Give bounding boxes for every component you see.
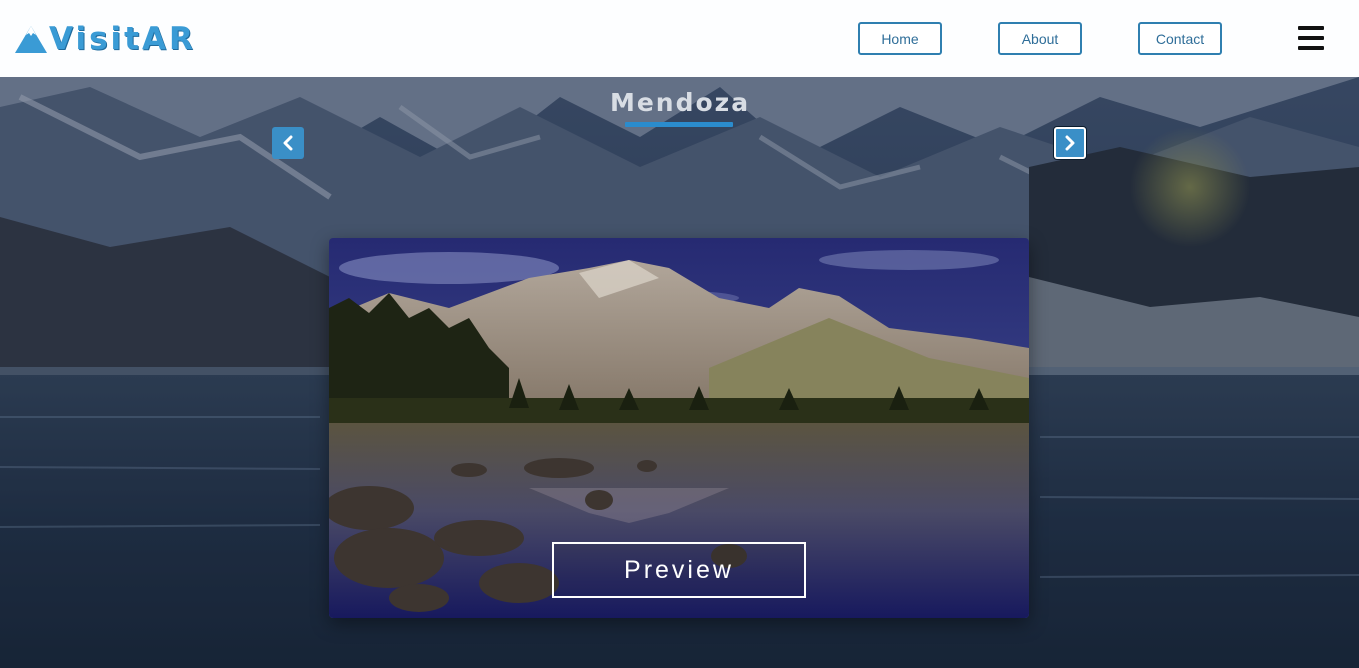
preview-button[interactable]: Preview bbox=[552, 542, 806, 598]
previous-slide-button[interactable] bbox=[272, 127, 304, 159]
mountain-logo-icon bbox=[15, 26, 47, 53]
brand-logo[interactable]: VisitAR bbox=[14, 22, 196, 56]
title-underline bbox=[625, 122, 733, 127]
hamburger-icon[interactable] bbox=[1298, 26, 1324, 50]
nav-about-button[interactable]: About bbox=[998, 22, 1082, 55]
destination-card: Preview bbox=[329, 238, 1029, 618]
city-title: Mendoza bbox=[609, 88, 751, 117]
chevron-left-icon bbox=[283, 135, 293, 151]
nav-contact-button[interactable]: Contact bbox=[1138, 22, 1222, 55]
nav-home-button[interactable]: Home bbox=[858, 22, 942, 55]
hero-slider: Mendoza Preview bbox=[0, 77, 1359, 668]
chevron-right-icon bbox=[1065, 135, 1075, 151]
hamburger-bar bbox=[1298, 46, 1324, 50]
next-slide-button[interactable] bbox=[1054, 127, 1086, 159]
hamburger-bar bbox=[1298, 26, 1324, 30]
brand-name: VisitAR bbox=[49, 21, 196, 57]
navbar: VisitAR Home About Contact bbox=[0, 0, 1359, 77]
hamburger-bar bbox=[1298, 36, 1324, 40]
